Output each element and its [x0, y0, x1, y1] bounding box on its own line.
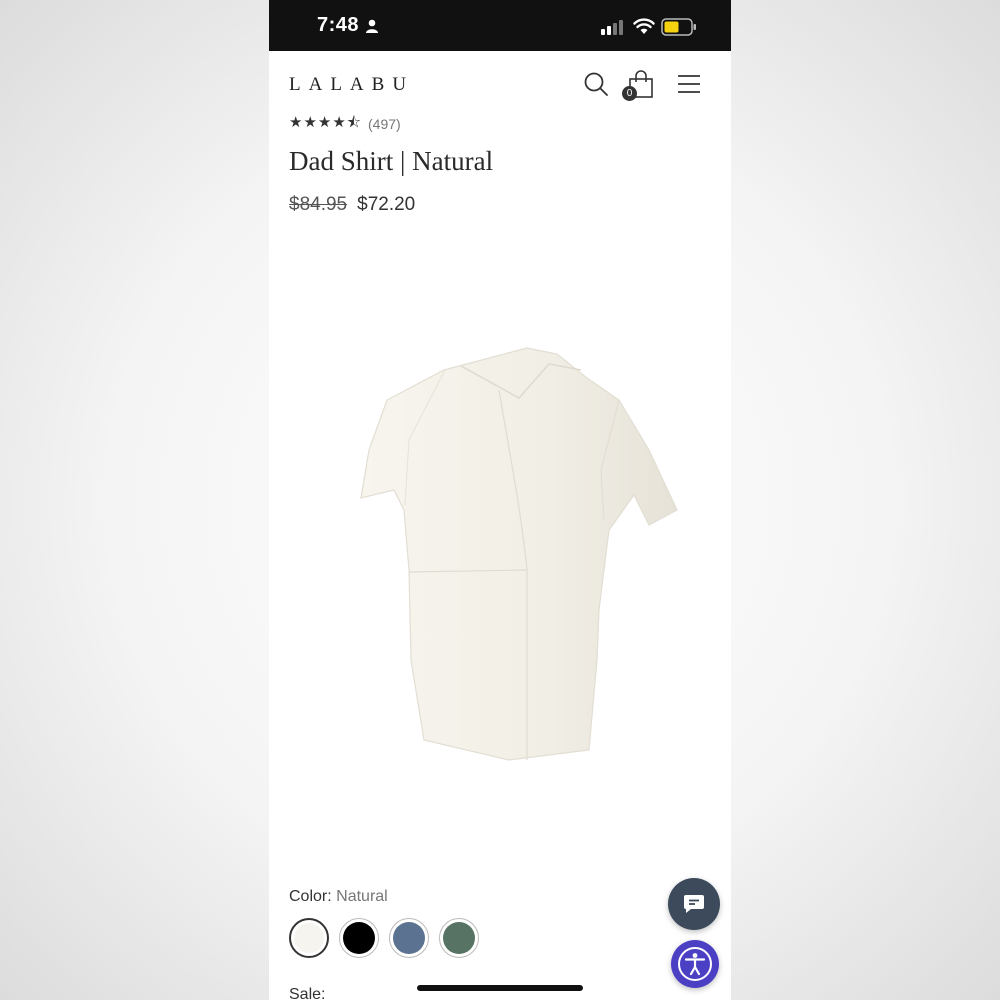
swatch-natural[interactable]: [289, 918, 329, 958]
person-icon: [366, 19, 378, 33]
swatch-blue[interactable]: [389, 918, 429, 958]
product-image[interactable]: [349, 330, 689, 800]
color-label: Color: Natural: [289, 888, 388, 906]
star-rating-icons: ★★★★⯪: [289, 113, 362, 131]
sale-price: $72.20: [357, 194, 416, 215]
swatch-black[interactable]: [339, 918, 379, 958]
swatch-green[interactable]: [439, 918, 479, 958]
battery-icon: [661, 18, 696, 36]
status-bar: 7:48: [269, 0, 731, 51]
accessibility-icon: [678, 947, 712, 981]
swatch-fill: [343, 922, 375, 954]
chat-button[interactable]: [668, 878, 720, 930]
color-swatches: [289, 918, 489, 958]
signal-icon: [601, 20, 623, 35]
brand-logo[interactable]: LALABU: [289, 74, 414, 96]
original-price: $84.95: [289, 194, 348, 215]
color-label-text: Color:: [289, 888, 332, 905]
review-count[interactable]: (497): [368, 116, 401, 132]
swatch-fill: [443, 922, 475, 954]
home-indicator: [417, 985, 583, 991]
site-header: LALABU 0: [269, 51, 731, 115]
swatch-fill: [393, 922, 425, 954]
menu-icon[interactable]: [677, 73, 701, 95]
product-title: Dad Shirt | Natural: [289, 146, 494, 176]
wifi-icon: [633, 18, 655, 34]
cart-count-badge: 0: [622, 86, 637, 101]
swatch-fill: [294, 923, 324, 953]
product-rating[interactable]: ★★★★⯪ (497): [289, 114, 401, 134]
accessibility-button[interactable]: [671, 940, 719, 988]
search-icon[interactable]: [583, 71, 609, 97]
phone-screen: 7:48 LALABU 0 ★★★★⯪ (497) Dad Shirt | Na…: [269, 0, 731, 1000]
status-time: 7:48: [317, 14, 360, 36]
chat-icon: [684, 895, 704, 913]
sale-label: Sale:: [289, 986, 326, 1000]
color-selected-value: Natural: [336, 888, 388, 905]
price-block: $84.95 $72.20: [289, 194, 415, 216]
